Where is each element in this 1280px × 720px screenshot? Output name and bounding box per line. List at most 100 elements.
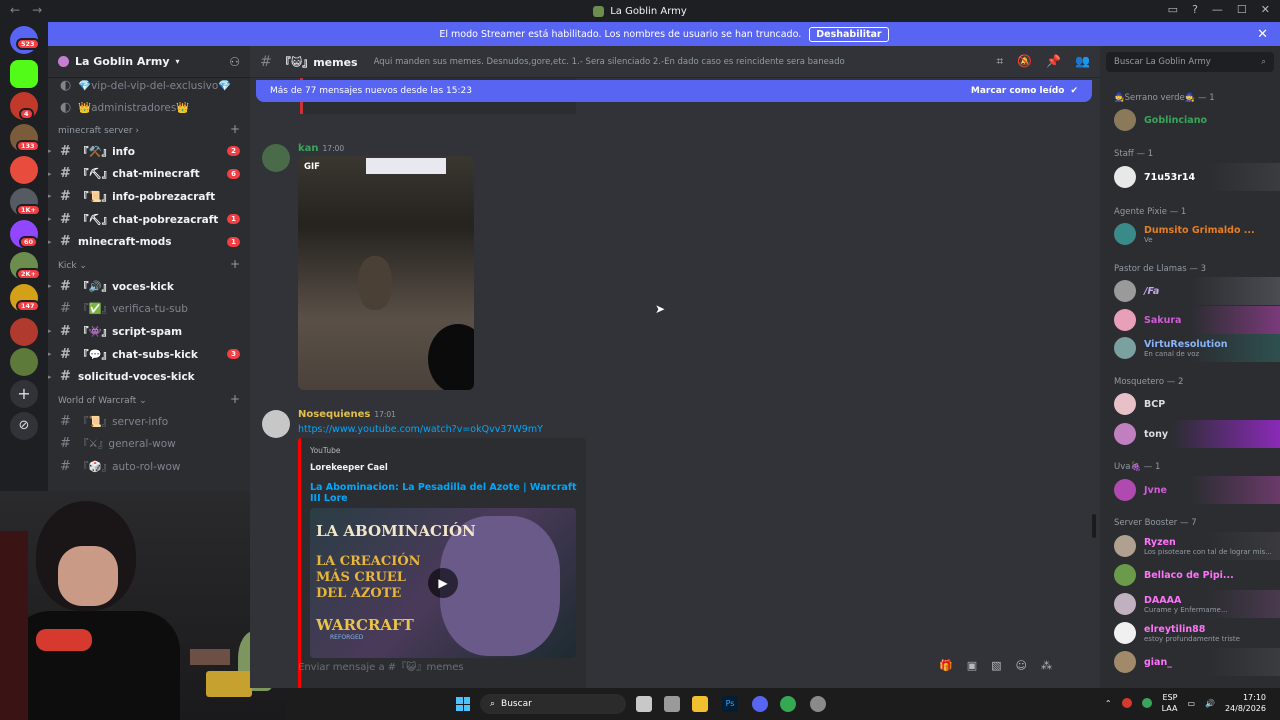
embed-author[interactable]: Lorekeeper Cael — [310, 463, 388, 473]
threads-icon[interactable]: ⌗ — [996, 54, 1003, 69]
volume-icon[interactable]: 🔊 — [1205, 699, 1215, 708]
member-item[interactable]: Sakura — [1100, 306, 1280, 334]
embed-title[interactable]: La Abominacion: La Pesadilla del Azote |… — [310, 482, 586, 504]
member-list-icon[interactable]: 👥 — [1075, 54, 1090, 69]
member-item[interactable]: tony — [1100, 420, 1280, 448]
tray-app-icon[interactable] — [1121, 698, 1132, 708]
tv-screen — [366, 158, 446, 174]
minimize-icon[interactable]: — — [1212, 3, 1223, 16]
author-name[interactable]: kan — [298, 143, 319, 154]
gif-picker-icon[interactable]: ▣ — [967, 659, 977, 672]
member-item[interactable]: 71u53r14 — [1100, 163, 1280, 191]
channel-item[interactable]: ▸ # 『💬』chat-subs-kick 3 — [48, 343, 250, 366]
pin-icon[interactable]: 📌 — [1046, 54, 1061, 69]
add-channel-icon[interactable]: + — [230, 392, 240, 406]
channel-item[interactable]: # 『📜』server-info — [48, 410, 250, 433]
channel-item[interactable]: ◐ 👑administradores👑 — [48, 96, 250, 118]
start-icon[interactable] — [456, 697, 470, 711]
channel-item[interactable]: ▸ # 『⚒️』info 2 — [48, 140, 250, 163]
member-item[interactable]: /Fa — [1100, 277, 1280, 305]
add-server-icon[interactable]: + — [10, 380, 38, 408]
avatar[interactable] — [262, 410, 290, 438]
video-thumbnail[interactable]: LA ABOMINACIÓN LA CREACIÓN MÁS CRUEL DEL… — [310, 508, 576, 658]
new-messages-bar[interactable]: Más de 77 mensajes nuevos desde las 15:2… — [256, 80, 1092, 102]
category-kick[interactable]: Kick ⌄ + — [48, 253, 250, 275]
avatar[interactable] — [262, 144, 290, 172]
server-icon[interactable] — [10, 156, 38, 184]
search-input[interactable]: Buscar La Goblin Army ⌕ — [1106, 52, 1274, 72]
photoshop-icon[interactable]: Ps — [722, 696, 738, 712]
history-nav[interactable]: ← → — [10, 3, 42, 17]
app-icon[interactable] — [810, 696, 826, 712]
emoji-icon[interactable]: ☺ — [1016, 659, 1027, 672]
clock[interactable]: 17:10 24/8/2026 — [1225, 692, 1266, 714]
category-world-of-warcraft[interactable]: World of Warcraft ⌄ + — [48, 388, 250, 410]
add-channel-icon[interactable]: + — [230, 122, 240, 136]
member-item[interactable]: VirtuResolution En canal de voz — [1100, 334, 1280, 362]
chat-scrollbar[interactable] — [1092, 514, 1096, 538]
member-item[interactable]: Ryzen Los pisoteare con tal de lograr mis… — [1100, 532, 1280, 560]
message-link[interactable]: https://www.youtube.com/watch?v=okQvv37W… — [298, 424, 543, 435]
channel-item[interactable]: # 『⚔』general-wow — [48, 433, 250, 456]
channel-topic[interactable]: Aqui manden sus memes. Desnudos,gore,etc… — [374, 57, 845, 67]
member-item[interactable]: BCP — [1100, 390, 1280, 418]
channel-item[interactable]: # 『🎲』auto-rol-wow — [48, 455, 250, 478]
sticker-icon[interactable]: ▧ — [991, 659, 1001, 672]
server-icon-kick[interactable] — [10, 60, 38, 88]
file-explorer-icon[interactable] — [692, 696, 708, 712]
apps-icon[interactable]: ⁂ — [1041, 659, 1052, 672]
discord-icon[interactable] — [752, 696, 768, 712]
taskbar-search[interactable]: ⌕ Buscar — [480, 694, 626, 714]
forward-arrow-icon[interactable]: → — [32, 3, 42, 17]
member-item[interactable]: Bellaco de Pipi... — [1100, 561, 1280, 589]
mark-as-read-button[interactable]: Marcar como leído — [971, 86, 1065, 96]
channel-item[interactable]: ▸ # solicitud-voces-kick — [48, 365, 250, 388]
channel-item[interactable]: ▸ # minecraft-mods 1 — [48, 230, 250, 253]
role-header: 🧙Serrano verde🧙 — 1 — [1114, 93, 1215, 103]
invite-icon[interactable]: ⚇ — [229, 55, 240, 69]
channel-item[interactable]: # 『✅』verifica-tu-sub — [48, 298, 250, 321]
gift-icon[interactable]: 🎁 — [939, 659, 953, 672]
composer-placeholder[interactable]: Enviar mensaje a #『😺』memes — [298, 658, 464, 673]
channel-item[interactable]: ▸ # 『⛏』chat-minecraft 6 — [48, 163, 250, 186]
message-composer[interactable]: Enviar mensaje a #『😺』memes 🎁 ▣ ▧ ☺ ⁂ — [250, 650, 1100, 680]
channel-item[interactable]: ▸ # 『🔊』voces-kick — [48, 275, 250, 298]
channel-item[interactable]: ▸ # 『👾』script-spam — [48, 320, 250, 343]
message-author[interactable]: Nosequienes 17:01 — [298, 409, 396, 420]
member-item[interactable]: Dumsito Grimaldo ... Ve — [1100, 220, 1280, 248]
channel-item[interactable]: ▸ # 『⛏』chat-pobrezacraft 1 — [48, 208, 250, 231]
inbox-icon[interactable]: ▭ — [1168, 3, 1178, 16]
avatar — [1114, 309, 1136, 331]
discover-icon[interactable]: ⊘ — [10, 412, 38, 440]
channel-item[interactable]: ▸ # 『📜』info-pobrezacraft — [48, 185, 250, 208]
channel-item[interactable]: ◐ 💎vip-del-vip-del-exclusivo💎 — [48, 74, 250, 96]
add-channel-icon[interactable]: + — [230, 257, 240, 271]
play-icon[interactable]: ▶ — [428, 568, 458, 598]
app-icon[interactable] — [664, 696, 680, 712]
member-item[interactable]: Jvne — [1100, 476, 1280, 504]
help-icon[interactable]: ? — [1192, 3, 1198, 16]
notifications-muted-icon[interactable]: 🔕 — [1017, 54, 1032, 69]
keyboard-layout[interactable]: ESP LAA — [1162, 692, 1178, 714]
task-view-icon[interactable] — [636, 696, 652, 712]
close-banner-icon[interactable]: ✕ — [1257, 27, 1268, 42]
maximize-icon[interactable]: ☐ — [1237, 3, 1247, 16]
server-icon[interactable] — [10, 318, 38, 346]
hash-icon: # — [60, 278, 71, 294]
disable-streamer-button[interactable]: Deshabilitar — [809, 26, 889, 42]
author-name[interactable]: Nosequienes — [298, 409, 370, 420]
tray-app-icon[interactable] — [1141, 698, 1152, 708]
message-author[interactable]: kan 17:00 — [298, 143, 344, 154]
network-icon[interactable]: ▭ — [1187, 699, 1195, 708]
close-window-icon[interactable]: ✕ — [1261, 3, 1270, 16]
server-icon[interactable] — [10, 348, 38, 376]
gif-attachment[interactable]: GIF — [298, 156, 474, 390]
member-item[interactable]: elreytilin88 estoy profundamente triste — [1100, 619, 1280, 647]
member-item[interactable]: Goblinciano — [1100, 106, 1280, 134]
back-arrow-icon[interactable]: ← — [10, 3, 20, 17]
chrome-icon[interactable] — [780, 696, 796, 712]
tray-chevron-icon[interactable]: ⌃ — [1105, 699, 1112, 708]
category-minecraft-server[interactable]: minecraft server › + — [48, 118, 250, 140]
member-item[interactable]: gian_ — [1100, 648, 1280, 676]
member-item[interactable]: DAAAA Curame y Enfermame... — [1100, 590, 1280, 618]
